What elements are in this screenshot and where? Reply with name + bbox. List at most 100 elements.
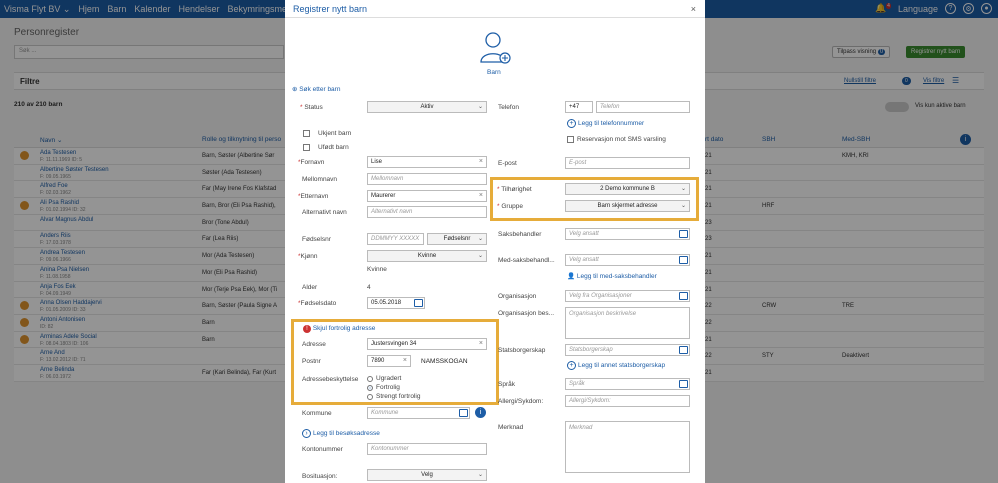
dialog-header: Registrer nytt barn bbox=[285, 0, 705, 18]
organisation-desc-field[interactable]: Organisasjon beskrivelse bbox=[565, 307, 690, 339]
add-phone-link[interactable]: + Legg til telefonnummer bbox=[567, 119, 644, 128]
ssn-label: Fødselsnr bbox=[302, 236, 331, 243]
account-field[interactable]: Kontonummer bbox=[367, 443, 487, 455]
search-icon: ⊕ bbox=[292, 86, 298, 93]
age-label: Alder bbox=[302, 284, 318, 291]
protection-option-label: Strengt fortrolig bbox=[376, 393, 421, 400]
status-select[interactable]: Aktiv ⌄ bbox=[367, 101, 487, 113]
middlename-label: Mellomnavn bbox=[302, 176, 338, 183]
hide-confidential-address-link[interactable]: ! Skjul fortrolig adresse bbox=[303, 325, 375, 333]
add-co-worker-link[interactable]: 👤 Legg til med-saksbehandler bbox=[567, 272, 657, 280]
email-label: E-post bbox=[498, 160, 517, 167]
case-worker-field[interactable]: Velg ansatt bbox=[565, 228, 690, 240]
note-label: Merknad bbox=[498, 424, 524, 431]
altname-field[interactable]: Alternativt navn bbox=[367, 206, 487, 218]
picker-icon bbox=[459, 409, 468, 417]
citizenship-field[interactable]: Statsborgerskap bbox=[565, 344, 690, 356]
middlename-field[interactable]: Mellomnavn bbox=[367, 173, 487, 185]
picker-icon bbox=[679, 380, 688, 388]
postal-label: Postnr bbox=[302, 358, 321, 365]
clear-icon: × bbox=[402, 357, 407, 364]
add-icon: + bbox=[567, 361, 576, 370]
address-protection-label: Adressebeskyttelse bbox=[302, 376, 359, 383]
warning-icon: ! bbox=[303, 325, 311, 333]
note-field[interactable]: Merknad bbox=[565, 421, 690, 473]
chevron-down-icon: ⌄ bbox=[680, 186, 686, 192]
protection-option-label: Ugradert bbox=[376, 375, 402, 382]
unborn-child-checkbox[interactable] bbox=[303, 144, 310, 151]
housing-label: Bosituasjon: bbox=[302, 473, 338, 480]
unknown-child-label: Ukjent barn bbox=[318, 130, 352, 137]
info-icon[interactable]: i bbox=[475, 407, 486, 418]
status-label: * Status bbox=[300, 104, 323, 111]
add-icon: › bbox=[302, 429, 311, 438]
organisation-desc-label: Organisasjon bes... bbox=[498, 310, 555, 317]
protection-radio-strengt[interactable] bbox=[367, 394, 373, 400]
protection-radio-fortrolig[interactable] bbox=[367, 385, 373, 391]
chevron-down-icon: ⌄ bbox=[477, 236, 483, 242]
clear-icon: × bbox=[478, 158, 483, 165]
add-visit-address-link[interactable]: › Legg til besøksadresse bbox=[302, 429, 380, 438]
lastname-field[interactable]: Maurerer × bbox=[367, 190, 487, 202]
ssn-field[interactable]: DDMMYY XXXXX bbox=[367, 233, 424, 245]
firstname-label: *Fornavn bbox=[298, 159, 325, 166]
sms-reservation-label: Reservasjon mot SMS varsling bbox=[577, 136, 666, 143]
picker-icon bbox=[679, 230, 688, 238]
add-citizenship-link[interactable]: + Legg til annet statsborgerskap bbox=[567, 361, 665, 370]
kommune-label: Kommune bbox=[302, 410, 332, 417]
close-icon[interactable]: × bbox=[691, 4, 696, 14]
co-worker-label: Med-saksbehandl... bbox=[498, 257, 555, 264]
firstname-field[interactable]: Lise × bbox=[367, 156, 487, 168]
organisation-field[interactable]: Velg fra Organisasjoner bbox=[565, 290, 690, 302]
allergy-label: Allergi/Sykdom: bbox=[498, 398, 544, 405]
phone-field[interactable]: Telefon bbox=[596, 101, 690, 113]
email-field[interactable]: E-post bbox=[565, 157, 690, 169]
child-avatar-icon[interactable] bbox=[478, 30, 512, 66]
clear-icon: × bbox=[478, 340, 483, 347]
chevron-down-icon: ⌄ bbox=[477, 104, 483, 110]
citizenship-label: Statsborgerskap bbox=[498, 347, 546, 354]
picker-icon bbox=[679, 256, 688, 264]
allergy-field[interactable]: Allergi/Sykdom: bbox=[565, 395, 690, 407]
belonging-select[interactable]: 2 Demo kommune B ⌄ bbox=[565, 183, 690, 195]
housing-select[interactable]: Velg ⌄ bbox=[367, 469, 487, 481]
group-select[interactable]: Barn skjermet adresse ⌄ bbox=[565, 200, 690, 212]
account-label: Kontonummer bbox=[302, 446, 343, 453]
protection-option-label: Fortrolig bbox=[376, 384, 400, 391]
register-child-dialog: Registrer nytt barn × Barn ⊕ Søk etter b… bbox=[285, 0, 705, 483]
dialog-title: Registrer nytt barn bbox=[293, 3, 368, 14]
gender-text: Kvinne bbox=[367, 266, 387, 273]
protection-radio-ugradert[interactable] bbox=[367, 376, 373, 382]
kommune-field[interactable]: Kommune bbox=[367, 407, 470, 419]
language-label: Språk bbox=[498, 381, 515, 388]
picker-icon bbox=[679, 346, 688, 354]
altname-label: Alternativt navn bbox=[302, 209, 347, 216]
case-worker-label: Saksbehandler bbox=[498, 231, 542, 238]
address-field[interactable]: Justersvingen 34 × bbox=[367, 338, 487, 350]
clear-icon: × bbox=[478, 192, 483, 199]
unknown-child-checkbox[interactable] bbox=[303, 130, 310, 137]
city-value: NAMSSKOGAN bbox=[421, 358, 468, 365]
chevron-down-icon: ⌄ bbox=[477, 472, 483, 478]
search-child-link[interactable]: ⊕ Søk etter barn bbox=[292, 85, 340, 93]
address-label: Adresse bbox=[302, 341, 326, 348]
phone-prefix-field[interactable]: +47 bbox=[565, 101, 593, 113]
age-value: 4 bbox=[367, 284, 371, 291]
add-icon: + bbox=[567, 119, 576, 128]
dob-field[interactable]: 05.05.2018 bbox=[367, 297, 425, 309]
dob-label: *Fødselsdato bbox=[298, 300, 337, 307]
co-worker-field[interactable]: Velg ansatt bbox=[565, 254, 690, 266]
sms-reservation-checkbox[interactable] bbox=[567, 136, 574, 143]
ssn-type-select[interactable]: Fødselsnr ⌄ bbox=[427, 233, 487, 245]
organisation-label: Organisasjon bbox=[498, 293, 537, 300]
calendar-icon bbox=[414, 299, 423, 307]
group-label: * Gruppe bbox=[497, 203, 524, 210]
gender-select[interactable]: Kvinne ⌄ bbox=[367, 250, 487, 262]
gender-label: *Kjønn bbox=[298, 253, 318, 260]
postal-field[interactable]: 7890 × bbox=[367, 355, 411, 367]
language-field[interactable]: Språk bbox=[565, 378, 690, 390]
avatar-label: Barn bbox=[487, 69, 501, 76]
lastname-label: *Etternavn bbox=[298, 193, 329, 200]
chevron-down-icon: ⌄ bbox=[477, 253, 483, 259]
add-person-icon: 👤 bbox=[567, 273, 576, 280]
